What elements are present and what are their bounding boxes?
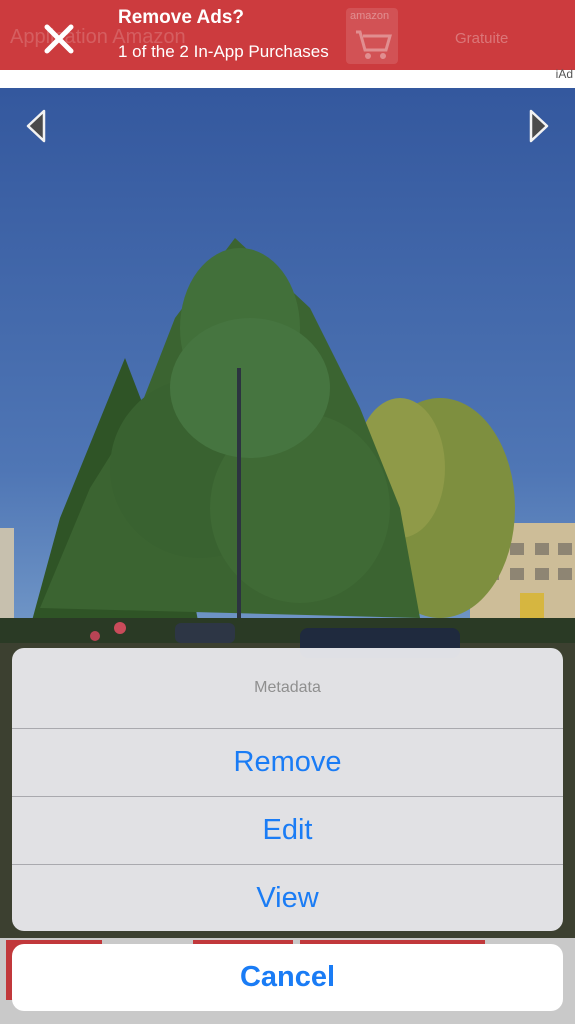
action-sheet-title: Metadata — [254, 679, 321, 696]
view-button[interactable]: View — [12, 864, 563, 931]
banner-subtitle: 1 of the 2 In-App Purchases — [118, 42, 329, 61]
cancel-button[interactable]: Cancel — [12, 944, 563, 1011]
banner-title: Remove Ads? — [118, 7, 244, 28]
remove-button[interactable]: Remove — [12, 728, 563, 796]
amazon-cart-icon: amazon — [346, 8, 398, 64]
amazon-label: amazon — [350, 10, 390, 22]
ad-strip: iAd — [0, 67, 575, 88]
chevron-right-icon[interactable] — [527, 108, 551, 144]
chevron-left-icon[interactable] — [24, 108, 48, 144]
banner-underlay-gratuite: Gratuite — [455, 30, 509, 47]
edit-button[interactable]: Edit — [12, 796, 563, 864]
in-app-purchase-banner[interactable]: Application Amazon amazon Gratuite Remov… — [0, 0, 575, 70]
close-icon[interactable] — [40, 20, 78, 58]
iad-label: iAd — [555, 67, 573, 81]
action-sheet: Metadata Remove Edit View — [12, 648, 563, 931]
